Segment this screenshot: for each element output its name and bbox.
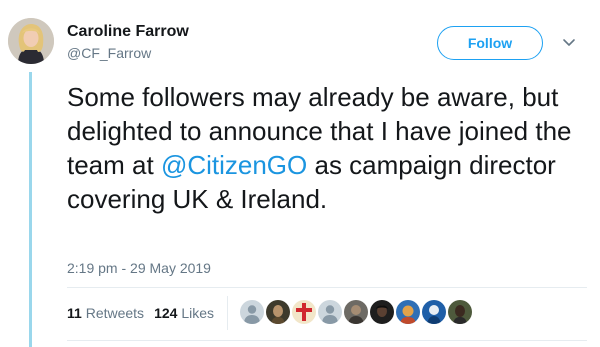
user-avatar-icon (266, 300, 290, 324)
author-avatar[interactable] (8, 18, 54, 64)
stats-separator (227, 296, 228, 330)
default-avatar-icon (240, 300, 264, 324)
user-avatar-icon (448, 300, 472, 324)
liker-avatar[interactable] (292, 300, 316, 324)
profile-photo-icon (8, 18, 54, 64)
likes-count: 124 (154, 305, 178, 321)
user-avatar-icon (396, 300, 420, 324)
retweets-count: 11 (67, 305, 82, 321)
liker-avatar[interactable] (240, 300, 264, 324)
liker-avatar[interactable] (344, 300, 368, 324)
divider (67, 287, 587, 288)
thread-line (29, 72, 32, 347)
likers-avatars (240, 300, 474, 324)
retweets-stat[interactable]: 11 Retweets (67, 305, 144, 321)
tweet-card: Caroline Farrow @CF_Farrow Follow Some f… (0, 0, 600, 347)
liker-avatar[interactable] (370, 300, 394, 324)
user-avatar-icon (344, 300, 368, 324)
tweet-text: Some followers may already be aware, but… (67, 80, 587, 216)
likes-stat[interactable]: 124 Likes (154, 305, 214, 321)
liker-avatar[interactable] (422, 300, 446, 324)
user-avatar-icon (422, 300, 446, 324)
default-avatar-icon (318, 300, 342, 324)
liker-avatar[interactable] (448, 300, 472, 324)
tweet-timestamp[interactable]: 2:19 pm - 29 May 2019 (67, 260, 211, 276)
liker-avatar[interactable] (396, 300, 420, 324)
follow-button[interactable]: Follow (437, 26, 543, 60)
likes-label: Likes (181, 305, 214, 321)
cross-avatar-icon (292, 300, 316, 324)
retweets-label: Retweets (85, 305, 145, 321)
mention-link[interactable]: @CitizenGO (161, 150, 307, 180)
liker-avatar[interactable] (318, 300, 342, 324)
user-avatar-icon (370, 300, 394, 324)
liker-avatar[interactable] (266, 300, 290, 324)
author-handle[interactable]: @CF_Farrow (67, 45, 151, 61)
chevron-down-icon[interactable] (562, 36, 576, 48)
author-display-name[interactable]: Caroline Farrow (67, 23, 189, 41)
divider (67, 340, 587, 341)
tweet-stats: 11 Retweets 124 Likes (67, 305, 224, 321)
